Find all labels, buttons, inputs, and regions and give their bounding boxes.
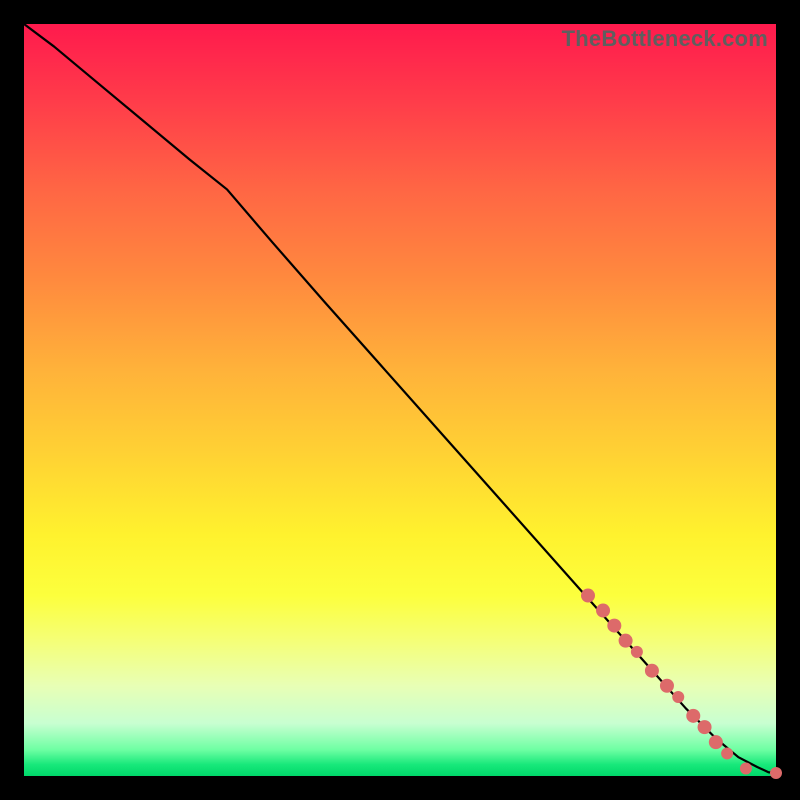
data-marker: [660, 679, 674, 693]
chart-frame: TheBottleneck.com: [0, 0, 800, 800]
plot-area: TheBottleneck.com: [24, 24, 776, 776]
data-marker: [698, 720, 712, 734]
data-marker: [709, 735, 723, 749]
marker-group: [581, 589, 782, 779]
data-marker: [645, 664, 659, 678]
data-marker: [770, 767, 782, 779]
data-marker: [581, 589, 595, 603]
line-series: [24, 24, 776, 773]
data-marker: [740, 762, 752, 774]
data-marker: [672, 691, 684, 703]
data-marker: [686, 709, 700, 723]
data-marker: [619, 634, 633, 648]
data-marker: [607, 619, 621, 633]
data-marker: [596, 604, 610, 618]
data-marker: [721, 747, 733, 759]
chart-overlay: [24, 24, 776, 776]
data-marker: [631, 646, 643, 658]
